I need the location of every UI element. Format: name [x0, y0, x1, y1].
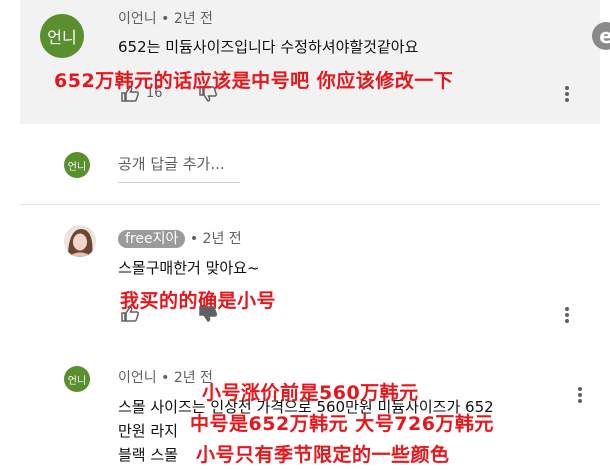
comment-time: 2년 전: [173, 11, 213, 27]
comment-time: 2년 전: [202, 231, 242, 247]
author-name[interactable]: free지아: [118, 230, 186, 248]
avatar[interactable]: [64, 225, 96, 257]
comment-text-line: 블랙 스몰: [118, 446, 178, 464]
thumbs-up-icon[interactable]: [120, 306, 140, 322]
comment-text: 652는 미듐사이즈입니다 수정하셔야할것같아요: [118, 38, 419, 56]
more-options-icon[interactable]: [565, 84, 569, 104]
comment-text: 스몰구매한거 맞아요~: [118, 259, 260, 277]
author-name[interactable]: 이언니: [118, 370, 157, 386]
more-options-icon[interactable]: [578, 385, 582, 405]
comment-meta: 이언니 • 2년 전: [118, 370, 213, 386]
input-underline: [118, 182, 240, 183]
comment-meta: free지아 • 2년 전: [118, 228, 242, 248]
divider: [20, 204, 600, 205]
subtitle-overlay: 小号只有季节限定的一些颜色: [196, 444, 450, 466]
subtitle-overlay: 小号涨价前是560万韩元: [202, 382, 419, 404]
avatar[interactable]: 언니: [40, 14, 84, 58]
more-options-icon[interactable]: [565, 305, 569, 325]
author-name[interactable]: 이언니: [118, 11, 157, 27]
reply-input[interactable]: 공개 답글 추가...: [118, 153, 225, 174]
subtitle-overlay: 中号是652万韩元 大号726万韩元: [190, 413, 494, 435]
avatar: 언니: [64, 152, 90, 178]
highlighted-comment: [20, 0, 600, 124]
comment-text-line: 만원 라지: [118, 422, 178, 440]
thumbs-down-icon[interactable]: [198, 306, 218, 322]
comment-meta: 이언니 • 2년 전: [118, 11, 213, 27]
avatar[interactable]: 언니: [64, 366, 90, 392]
subtitle-overlay: 652万韩元的话应该是中号吧 你应该修改一下: [54, 70, 454, 92]
